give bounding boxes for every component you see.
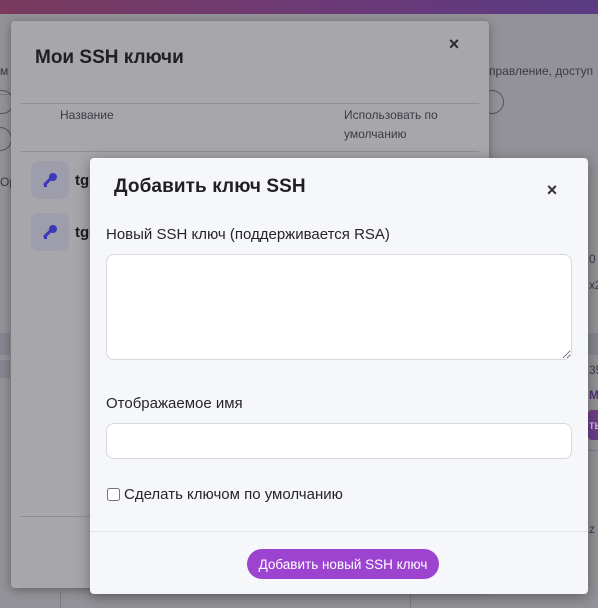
table-divider	[21, 103, 479, 104]
display-name-field-label: Отображаемое имя	[106, 395, 243, 412]
app-top-bar	[0, 0, 598, 14]
close-icon[interactable]: ×	[541, 179, 563, 201]
bg-strip	[0, 333, 10, 355]
default-key-checkbox[interactable]	[107, 488, 120, 501]
key-row-name: tg	[75, 172, 90, 189]
ssh-key-field-label: Новый SSH ключ (поддерживается RSA)	[106, 226, 390, 243]
default-key-checkbox-label: Сделать ключом по умолчанию	[124, 486, 343, 503]
modal-footer-divider	[90, 531, 588, 532]
add-ssh-key-button[interactable]: Добавить новый SSH ключ	[247, 549, 439, 579]
bg-left-text: м	[0, 64, 9, 78]
bg-right-text-5: M	[589, 388, 598, 402]
display-name-input[interactable]	[106, 423, 572, 459]
key-icon	[31, 213, 69, 251]
bg-strip	[0, 360, 10, 378]
add-ssh-key-modal-title: Добавить ключ SSH	[114, 176, 306, 197]
bg-right-text-4: 35	[589, 363, 598, 377]
default-key-checkbox-row[interactable]: Сделать ключом по умолчанию	[106, 486, 343, 503]
bg-right-text-6: ть	[589, 418, 598, 432]
column-header-name: Название	[60, 108, 114, 122]
table-divider	[21, 151, 479, 152]
bg-right-text-2: 0 с	[589, 252, 598, 266]
key-icon	[31, 161, 69, 199]
ssh-key-textarea[interactable]	[106, 254, 572, 360]
add-ssh-key-modal: Добавить ключ SSH × Новый SSH ключ (подд…	[90, 158, 588, 594]
ssh-keys-modal-title: Мои SSH ключи	[35, 47, 184, 68]
column-header-default: Использовать по умолчанию	[344, 108, 438, 141]
bg-divider	[60, 592, 61, 608]
bg-right-text-3: x2	[589, 278, 598, 292]
ssh-keys-modal-close-icon[interactable]: ×	[444, 34, 464, 54]
bg-divider	[410, 592, 411, 608]
bg-right-text-7: z	[589, 522, 595, 536]
key-row-name: tg	[75, 224, 90, 241]
bg-right-text: правление, доступ	[489, 64, 594, 78]
